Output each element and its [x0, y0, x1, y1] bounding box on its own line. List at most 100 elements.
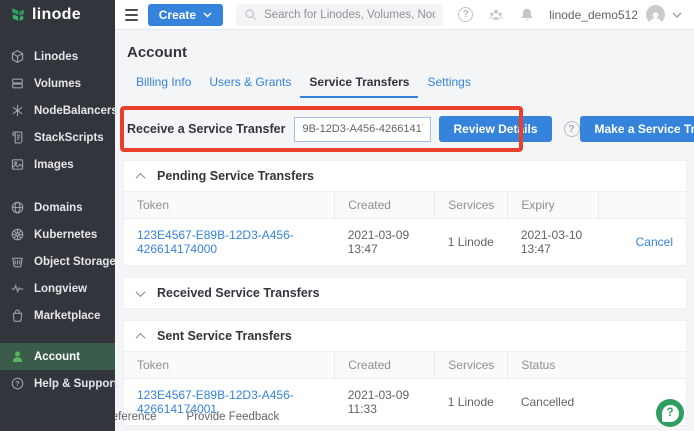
- sidebar-item-label: StackScripts: [34, 132, 104, 144]
- sidebar-item-longview[interactable]: Longview: [0, 275, 115, 302]
- make-service-transfer-button[interactable]: Make a Service Transfer: [580, 116, 694, 142]
- helm-icon: [10, 227, 25, 242]
- chevron-down-icon: [203, 12, 212, 18]
- help-bubble-icon: ?: [662, 405, 679, 422]
- tab-settings[interactable]: Settings: [418, 69, 479, 98]
- receive-transfer-label: Receive a Service Transfer: [127, 122, 285, 136]
- collapse-chevron-up-icon: [136, 172, 146, 182]
- column-header-created: Created: [335, 192, 435, 219]
- linode-logo-icon: [9, 6, 27, 24]
- column-header-created: Created: [335, 352, 435, 379]
- sidebar-item-label: Images: [34, 159, 74, 171]
- section-title: Sent Service Transfers: [157, 329, 292, 343]
- sidebar-item-stackscripts[interactable]: StackScripts: [0, 124, 115, 151]
- sidebar-group-gap: [0, 329, 115, 343]
- user-menu-chevron-icon[interactable]: [672, 12, 682, 18]
- sidebar-item-label: Marketplace: [34, 310, 100, 322]
- bucket-icon: [10, 254, 25, 269]
- sidebar-group-gap: [0, 178, 115, 194]
- services-cell: 1 Linode: [435, 219, 508, 266]
- linode-logo[interactable]: linode: [0, 0, 115, 30]
- review-details-button[interactable]: Review Details: [439, 116, 551, 142]
- sidebar-item-account[interactable]: Account: [0, 343, 115, 370]
- services-cell: 1 Linode: [435, 379, 508, 426]
- sidebar-item-label: Object Storage: [34, 256, 116, 268]
- sidebar-item-marketplace[interactable]: Marketplace: [0, 302, 115, 329]
- svg-text:?: ?: [15, 379, 20, 388]
- topbar-right: ? linode_demo512: [443, 5, 682, 24]
- help-fab-button[interactable]: ?: [656, 399, 684, 427]
- create-button-label: Create: [159, 8, 196, 22]
- search-icon: [244, 8, 257, 21]
- tab-users-grants[interactable]: Users & Grants: [200, 69, 300, 98]
- sidebar-item-linodes[interactable]: Linodes: [0, 43, 115, 70]
- provide-feedback-link[interactable]: Provide Feedback: [187, 411, 280, 423]
- column-header-services: Services: [435, 192, 508, 219]
- sidebar-item-volumes[interactable]: Volumes: [0, 70, 115, 97]
- sidebar-item-label: Volumes: [34, 78, 81, 90]
- sidebar-item-label: Kubernetes: [34, 229, 97, 241]
- sidebar: linode Linodes Volumes NodeBalancers Sta…: [0, 0, 115, 431]
- search-input[interactable]: [264, 9, 435, 21]
- globe-icon: [10, 200, 25, 215]
- column-header-expiry: Expiry: [508, 192, 599, 219]
- community-icon[interactable]: [488, 7, 504, 23]
- receive-help-icon[interactable]: ?: [564, 121, 580, 137]
- sidebar-item-kubernetes[interactable]: Kubernetes: [0, 221, 115, 248]
- sidebar-item-label: Linodes: [34, 51, 78, 63]
- sidebar-item-help-support[interactable]: ? Help & Support: [0, 370, 115, 397]
- pending-transfers-table: Token Created Services Expiry 123E4567-E…: [124, 191, 686, 265]
- sent-transfers-header[interactable]: Sent Service Transfers: [124, 321, 686, 351]
- topbar: Create ? linode_demo512: [115, 0, 694, 30]
- column-header-status: Status: [508, 352, 686, 379]
- sidebar-item-label: Domains: [34, 202, 83, 214]
- person-icon: [10, 349, 25, 364]
- search-bar[interactable]: [236, 4, 443, 26]
- hamburger-menu-icon[interactable]: [125, 6, 138, 24]
- sidebar-item-label: Account: [34, 351, 80, 363]
- tab-bar: Billing Info Users & Grants Service Tran…: [127, 69, 687, 98]
- column-header-token: Token: [124, 192, 335, 219]
- notifications-bell-icon[interactable]: [519, 7, 535, 23]
- tab-service-transfers[interactable]: Service Transfers: [300, 69, 418, 98]
- transfer-token-input[interactable]: [294, 117, 431, 142]
- column-header-services: Services: [435, 352, 508, 379]
- pending-transfers-header[interactable]: Pending Service Transfers: [124, 161, 686, 191]
- sidebar-item-label: NodeBalancers: [34, 105, 118, 117]
- avatar[interactable]: [646, 5, 665, 24]
- sidebar-item-nodebalancers[interactable]: NodeBalancers: [0, 97, 115, 124]
- created-cell: 2021-03-09 13:47: [335, 219, 435, 266]
- cube-icon: [10, 49, 25, 64]
- sidebar-item-object-storage[interactable]: Object Storage: [0, 248, 115, 275]
- tab-billing-info[interactable]: Billing Info: [127, 69, 200, 98]
- sidebar-item-images[interactable]: Images: [0, 151, 115, 178]
- pulse-icon: [10, 281, 25, 296]
- expiry-cell: 2021-03-10 13:47: [508, 219, 599, 266]
- received-transfers-card: Received Service Transfers: [123, 277, 687, 309]
- received-transfers-header[interactable]: Received Service Transfers: [124, 278, 686, 308]
- collapse-chevron-up-icon: [136, 332, 146, 342]
- token-link[interactable]: 123E4567-E89B-12D3-A456-426614174000: [137, 228, 294, 256]
- question-icon: ?: [10, 376, 25, 391]
- column-header-token: Token: [124, 352, 335, 379]
- avatar-person-icon: [648, 11, 663, 24]
- stackscript-icon: [10, 130, 25, 145]
- sidebar-item-domains[interactable]: Domains: [0, 194, 115, 221]
- created-cell: 2021-03-09 11:33: [335, 379, 435, 426]
- create-button[interactable]: Create: [148, 4, 223, 26]
- transfer-action-bar: Receive a Service Transfer Review Detail…: [127, 112, 687, 146]
- sidebar-item-label: Help & Support: [34, 378, 118, 390]
- column-header-actions: [599, 192, 686, 219]
- collapse-chevron-down-icon: [136, 287, 146, 297]
- sidebar-item-label: Longview: [34, 283, 87, 295]
- brand-name: linode: [32, 6, 81, 24]
- cancel-link[interactable]: Cancel: [636, 235, 673, 249]
- nodebalancer-icon: [10, 103, 25, 118]
- bag-icon: [10, 308, 25, 323]
- images-icon: [10, 157, 25, 172]
- help-icon[interactable]: ?: [458, 7, 473, 22]
- username[interactable]: linode_demo512: [549, 8, 638, 22]
- section-title: Received Service Transfers: [157, 286, 320, 300]
- section-title: Pending Service Transfers: [157, 169, 314, 183]
- table-header-row: Token Created Services Expiry: [124, 192, 686, 219]
